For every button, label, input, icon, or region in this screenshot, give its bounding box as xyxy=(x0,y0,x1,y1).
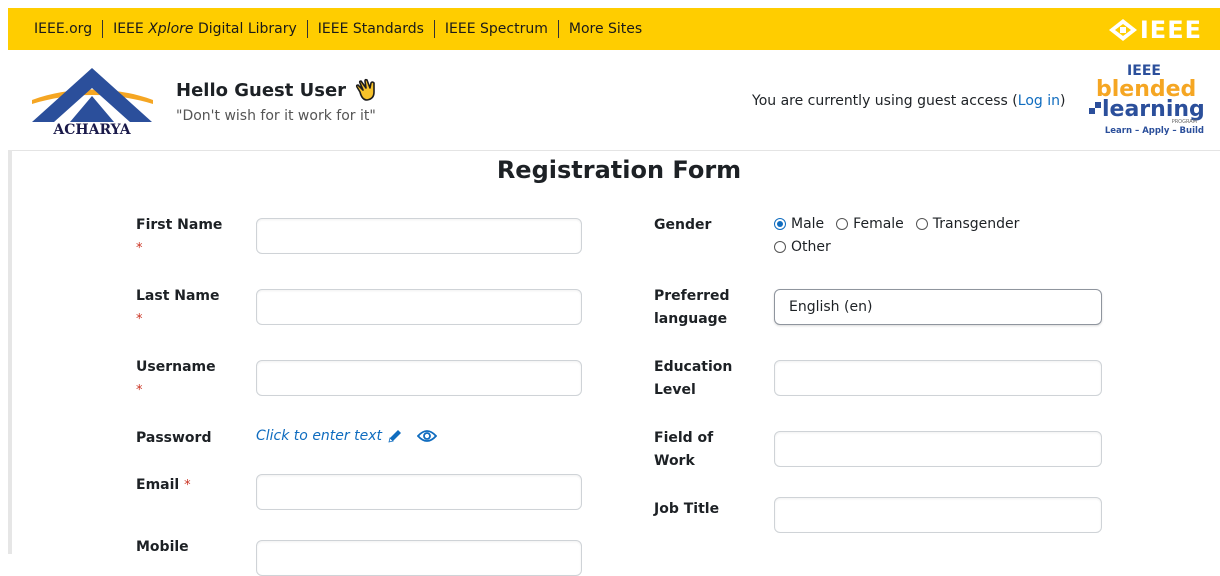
education-level-input[interactable] xyxy=(774,360,1102,396)
email-label: Email * xyxy=(136,477,191,493)
gender-option-transgender[interactable]: Transgender xyxy=(915,216,1019,232)
gender-option-other[interactable]: Other xyxy=(774,239,831,255)
gender-radio-group: Male Female Transgender xyxy=(774,216,1031,232)
password-inline-edit[interactable]: Click to enter text xyxy=(256,428,437,444)
password-placeholder[interactable]: Click to enter text xyxy=(256,428,382,444)
gender-option-female[interactable]: Female xyxy=(836,216,904,232)
ieee-site-links: IEEE.org IEEE Xplore Digital Library IEE… xyxy=(28,8,652,50)
email-input[interactable] xyxy=(256,474,582,510)
eye-icon[interactable] xyxy=(417,429,437,443)
preferred-language-select[interactable]: English (en) xyxy=(774,289,1102,325)
page-title: Registration Form xyxy=(496,156,742,184)
acharya-logo-text: ACHARYA xyxy=(52,122,131,136)
preferred-language-label: Preferred language xyxy=(654,288,730,327)
content-left-border xyxy=(8,150,12,554)
username-label: Username * xyxy=(136,356,216,402)
gender-option-male[interactable]: Male xyxy=(774,216,824,232)
required-icon: * xyxy=(136,312,143,327)
site-header: ACHARYA Hello Guest User "Don't wish for… xyxy=(8,50,1220,151)
password-label: Password xyxy=(136,430,212,446)
link-ieee-standards[interactable]: IEEE Standards xyxy=(306,20,434,38)
radio-female[interactable] xyxy=(836,218,849,230)
greeting: Hello Guest User xyxy=(176,78,380,102)
field-of-work-label: Field of Work xyxy=(654,430,714,469)
radio-transgender[interactable] xyxy=(915,218,928,230)
required-icon: * xyxy=(136,383,143,398)
radio-male[interactable] xyxy=(774,218,786,230)
required-icon: * xyxy=(184,478,191,493)
blended-logo-program: PROGRAM xyxy=(1172,119,1197,125)
radio-other[interactable] xyxy=(774,241,786,253)
required-icon: * xyxy=(136,241,143,256)
link-ieee-org[interactable]: IEEE.org xyxy=(28,20,102,38)
gender-label: Gender xyxy=(654,217,712,233)
field-of-work-input[interactable] xyxy=(774,431,1102,467)
blended-logo-tagline: Learn – Apply – Build xyxy=(1105,126,1204,136)
pencil-icon[interactable] xyxy=(387,428,403,444)
waving-hand-icon xyxy=(355,78,375,101)
acharya-logo[interactable]: ACHARYA xyxy=(30,66,155,136)
mobile-label: Mobile xyxy=(136,539,189,555)
link-more-sites[interactable]: More Sites xyxy=(557,20,652,38)
login-link[interactable]: Log in xyxy=(1018,93,1060,109)
last-name-input[interactable] xyxy=(256,289,582,325)
gender-radio-group-row2: Other xyxy=(774,239,843,255)
last-name-label: Last Name * xyxy=(136,285,220,331)
mobile-input[interactable] xyxy=(256,540,582,576)
ieee-top-bar: IEEE.org IEEE Xplore Digital Library IEE… xyxy=(8,8,1220,50)
job-title-label: Job Title xyxy=(654,501,720,517)
job-title-input[interactable] xyxy=(774,497,1102,533)
ieee-diamond-icon xyxy=(1108,19,1137,41)
education-level-label: Education Level xyxy=(654,359,733,398)
ieee-logo[interactable]: IEEE xyxy=(1108,16,1202,44)
blended-learning-logo[interactable]: IEEE blended learning PROGRAM Learn – Ap… xyxy=(1086,60,1208,136)
first-name-label: First Name * xyxy=(136,214,222,260)
link-ieee-spectrum[interactable]: IEEE Spectrum xyxy=(433,20,558,38)
first-name-input[interactable] xyxy=(256,218,582,254)
motto-quote: "Don't wish for it work for it" xyxy=(176,108,376,124)
link-ieee-xplore[interactable]: IEEE Xplore Digital Library xyxy=(102,20,307,38)
guest-access-notice: You are currently using guest access (Lo… xyxy=(752,93,1066,109)
username-input[interactable] xyxy=(256,360,582,396)
